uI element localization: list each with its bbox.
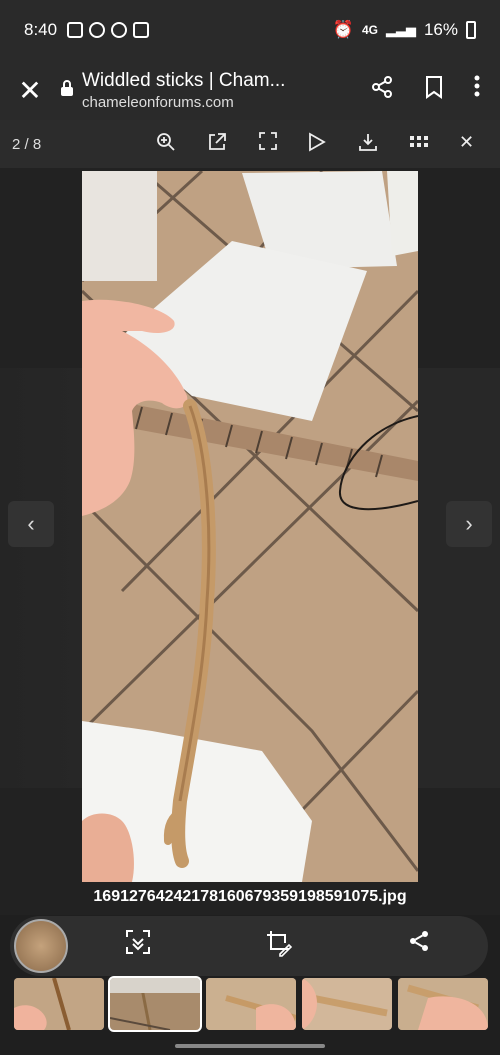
main-photo[interactable] bbox=[82, 171, 418, 882]
alarm-icon: ⏰ bbox=[332, 20, 354, 39]
image-filename: 16912764242178160679359198591075.jpg bbox=[93, 888, 407, 905]
image-icon bbox=[133, 22, 150, 38]
status-time: 8:40 bbox=[24, 20, 58, 39]
bottom-action-bar bbox=[10, 916, 488, 976]
browser-actions bbox=[370, 75, 500, 105]
chevron-right-icon: › bbox=[465, 511, 473, 536]
close-viewer-icon[interactable]: ✕ bbox=[459, 132, 474, 157]
signal-icon: ▂▃▅ bbox=[385, 22, 416, 37]
thumbnail[interactable] bbox=[14, 978, 104, 1030]
page-title: Widdled sticks | Cham... bbox=[82, 69, 286, 91]
crop-edit-icon[interactable] bbox=[265, 929, 293, 963]
share-icon[interactable] bbox=[407, 929, 431, 963]
thumbnail-strip bbox=[14, 976, 500, 1032]
chevron-left-icon: ‹ bbox=[27, 511, 35, 536]
image-stage: ‹ › 16912764242178160679359198591075.jpg bbox=[0, 168, 500, 915]
image-viewer-toolbar: 2 / 8 ✕ bbox=[0, 120, 500, 168]
battery-icon bbox=[466, 21, 476, 39]
scan-icon[interactable] bbox=[125, 929, 151, 963]
thumbnail[interactable] bbox=[302, 978, 392, 1030]
page-title-block[interactable]: Widdled sticks | Cham... chameleonforums… bbox=[82, 70, 370, 111]
system-icons: ⏰ 4G ▂▃▅ 16% bbox=[333, 20, 476, 40]
viewer-tools: ✕ bbox=[140, 132, 500, 157]
lock-icon bbox=[60, 79, 82, 102]
share-icon[interactable] bbox=[370, 75, 394, 105]
close-icon[interactable]: ✕ bbox=[0, 74, 60, 107]
bookmark-icon[interactable] bbox=[424, 75, 444, 105]
current-thumbnail[interactable] bbox=[14, 919, 68, 973]
app-icon bbox=[89, 22, 106, 38]
page-url: chameleonforums.com bbox=[82, 93, 234, 111]
next-image-button[interactable]: › bbox=[446, 501, 492, 547]
notification-icon bbox=[67, 22, 84, 38]
notification-icons bbox=[67, 22, 150, 38]
image-counter: 2 / 8 bbox=[12, 135, 42, 153]
browser-app-bar: ✕ Widdled sticks | Cham... chameleonforu… bbox=[0, 60, 500, 120]
thumbnail[interactable] bbox=[206, 978, 296, 1030]
battery-label: 16% bbox=[423, 20, 458, 39]
thumbnail[interactable] bbox=[108, 976, 202, 1032]
status-bar: 8:40 ⏰ 4G ▂▃▅ 16% bbox=[0, 0, 500, 60]
download-icon[interactable] bbox=[358, 132, 378, 157]
play-icon[interactable] bbox=[308, 131, 327, 157]
zoom-in-icon[interactable] bbox=[156, 132, 176, 157]
grid-icon[interactable] bbox=[409, 132, 428, 157]
thumbnail[interactable] bbox=[398, 978, 488, 1030]
prev-image-button[interactable]: ‹ bbox=[8, 501, 54, 547]
more-vert-icon[interactable] bbox=[474, 75, 480, 105]
bottom-actions bbox=[68, 929, 488, 963]
money-icon bbox=[111, 22, 128, 38]
network-label: 4G bbox=[361, 23, 378, 37]
open-external-icon[interactable] bbox=[207, 132, 227, 157]
home-indicator bbox=[175, 1044, 325, 1048]
fullscreen-icon[interactable] bbox=[258, 131, 277, 157]
